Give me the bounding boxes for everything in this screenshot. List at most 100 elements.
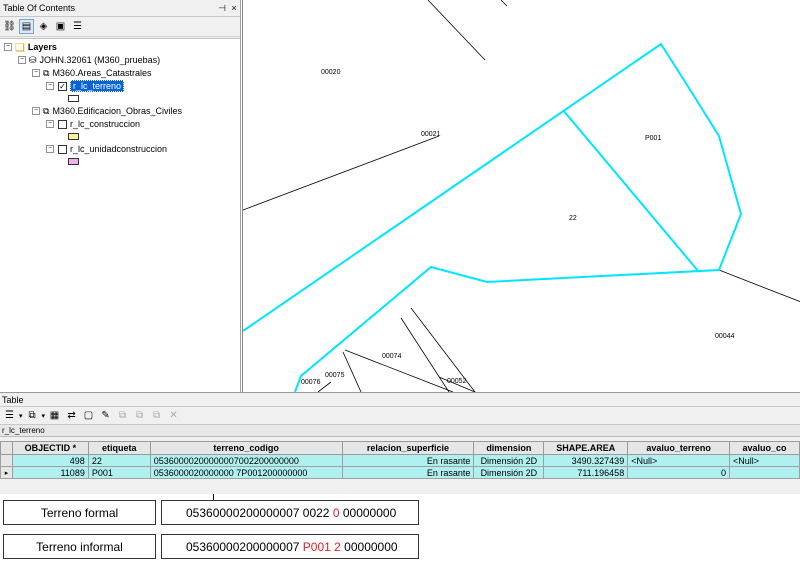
- collapse-icon[interactable]: −: [32, 69, 40, 77]
- table-tab[interactable]: r_lc_terreno: [0, 425, 800, 437]
- list-by-visibility-icon[interactable]: ◈: [36, 19, 51, 34]
- cell-etiqueta[interactable]: P001: [87, 466, 151, 479]
- database-node[interactable]: − ⛁ JOHN.32061 (M360_pruebas): [18, 54, 160, 66]
- cell-codigo[interactable]: 05360000200000007002200000000: [149, 454, 343, 467]
- cell-relacion[interactable]: En rasante: [341, 454, 475, 467]
- pin-icon[interactable]: ⊣: [216, 3, 228, 14]
- cell-objectid[interactable]: 11089: [11, 466, 89, 479]
- layer-label[interactable]: r_lc_unidadconstruccion: [70, 144, 167, 154]
- collapse-icon[interactable]: −: [46, 82, 54, 90]
- column-header[interactable]: relacion_superficie: [341, 441, 475, 455]
- toc-tree: − ❏ Layers − ⛁ JOHN.32061 (M360_pruebas)…: [0, 38, 240, 392]
- select-by-attributes-icon[interactable]: ▦: [47, 408, 62, 423]
- cell-area[interactable]: 3490.327439: [543, 454, 629, 467]
- collapse-icon[interactable]: −: [4, 43, 12, 51]
- clear-selection-icon[interactable]: ▢: [81, 408, 96, 423]
- column-header[interactable]: OBJECTID *: [11, 441, 89, 455]
- map-canvas[interactable]: 00020 00021 P001 22 00044 00074 00075 00…: [243, 0, 800, 392]
- column-header[interactable]: avaluo_co: [729, 441, 800, 455]
- toc-toolbar: ⛓ ▤ ◈ ▣ ☰: [0, 17, 240, 37]
- delete-icon[interactable]: ✕: [166, 408, 181, 423]
- table-row[interactable]: ▸ 11089 P001 0536000020000000 7P00120000…: [0, 466, 800, 479]
- layer-node-terreno[interactable]: − ✓ r_lc_terreno: [46, 80, 125, 92]
- list-by-source-icon[interactable]: ▤: [19, 19, 34, 34]
- layer-label-selected[interactable]: r_lc_terreno: [70, 80, 125, 92]
- parcel-label: 00074: [382, 353, 402, 360]
- list-by-drawing-order-icon[interactable]: ⛓: [2, 19, 17, 34]
- group-layer-icon: ⧉: [43, 67, 50, 78]
- toc-title: Table Of Contents: [3, 3, 76, 13]
- column-header[interactable]: dimension: [473, 441, 545, 455]
- cell-codigo[interactable]: 0536000020000000 7P001200000000: [149, 466, 343, 479]
- column-header[interactable]: etiqueta: [87, 441, 151, 455]
- cell-dimension[interactable]: Dimensión 2D: [473, 466, 545, 479]
- selected-parcels[interactable]: [243, 42, 743, 392]
- switch-selection-icon[interactable]: ⇄: [64, 408, 79, 423]
- dropdown-arrow-icon[interactable]: ▾: [19, 412, 23, 420]
- zoom-to-icon[interactable]: ⧉: [149, 408, 164, 423]
- table-row[interactable]: 498 22 05360000200000007002200000000 En …: [0, 454, 800, 467]
- formal-label: Terreno formal: [40, 505, 119, 520]
- column-header[interactable]: avaluo_terreno: [627, 441, 731, 455]
- collapse-icon[interactable]: −: [32, 107, 40, 115]
- dropdown-arrow-icon[interactable]: ▾: [42, 412, 46, 420]
- layer-node-unidadconstruccion[interactable]: − r_lc_unidadconstruccion: [46, 143, 167, 155]
- table-window-title: Table: [0, 393, 800, 407]
- options-icon[interactable]: ☰: [70, 19, 85, 34]
- group-label: M360.Areas_Catastrales: [52, 68, 152, 78]
- table-options-icon[interactable]: ☰: [2, 408, 17, 423]
- cell-objectid[interactable]: 498: [11, 454, 89, 467]
- database-icon: ⛁: [29, 54, 37, 65]
- layer-visibility-checkbox[interactable]: [58, 119, 67, 129]
- layers-icon: ❏: [15, 41, 25, 54]
- cell-avaluo[interactable]: 0: [627, 466, 731, 479]
- group-label: M360.Edificacion_Obras_Civiles: [52, 106, 182, 116]
- delete-selected-icon[interactable]: ✎: [98, 408, 113, 423]
- formal-code-highlight: 0: [332, 505, 340, 520]
- parcel-label: 00052: [447, 378, 467, 385]
- parcel-label: P001: [645, 135, 661, 142]
- formal-code-part: 00000000: [339, 505, 397, 520]
- collapse-icon[interactable]: −: [46, 120, 54, 128]
- close-icon[interactable]: ×: [228, 3, 240, 13]
- column-header[interactable]: terreno_codigo: [149, 441, 343, 455]
- current-row-indicator-icon[interactable]: ▸: [0, 466, 13, 479]
- cell-avaluo-co[interactable]: [729, 466, 800, 479]
- row-header-corner: [0, 441, 13, 455]
- collapse-icon[interactable]: −: [18, 56, 26, 64]
- informal-label: Terreno informal: [36, 539, 123, 554]
- informal-code-box: 05360000200000007 P001 2 00000000: [161, 534, 419, 559]
- formal-code-box: 05360000200000007 0022 0 00000000: [161, 500, 419, 525]
- collapse-icon[interactable]: −: [46, 145, 54, 153]
- layer-symbol[interactable]: [68, 133, 79, 140]
- layer-visibility-checkbox[interactable]: ✓: [58, 81, 67, 91]
- toc-title-bar: Table Of Contents ⊣ ×: [0, 0, 240, 17]
- cell-area[interactable]: 711.196458: [543, 466, 629, 479]
- layer-label[interactable]: r_lc_construccion: [70, 119, 140, 129]
- table-header-row: OBJECTID * etiqueta terreno_codigo relac…: [0, 441, 800, 455]
- cell-avaluo[interactable]: <Null>: [627, 454, 731, 467]
- layers-node[interactable]: − ❏ Layers: [4, 41, 57, 54]
- layer-node-construccion[interactable]: − r_lc_construccion: [46, 118, 140, 130]
- group-node-edificacion[interactable]: − ⧉ M360.Edificacion_Obras_Civiles: [32, 105, 182, 117]
- cell-etiqueta[interactable]: 22: [87, 454, 151, 467]
- informal-label-box: Terreno informal: [3, 534, 156, 559]
- column-header[interactable]: SHAPE.AREA: [543, 441, 629, 455]
- layer-visibility-checkbox[interactable]: [58, 144, 67, 154]
- layers-label: Layers: [27, 42, 57, 52]
- map-view[interactable]: 00020 00021 P001 22 00044 00074 00075 00…: [242, 0, 800, 392]
- group-layer-icon: ⧉: [43, 105, 50, 116]
- list-by-selection-icon[interactable]: ▣: [53, 19, 68, 34]
- layer-symbol[interactable]: [68, 158, 79, 165]
- cell-relacion[interactable]: En rasante: [341, 466, 475, 479]
- group-node-areas[interactable]: − ⧉ M360.Areas_Catastrales: [32, 67, 152, 79]
- copy-icon[interactable]: ⧉: [115, 408, 130, 423]
- paste-icon[interactable]: ⧉: [132, 408, 147, 423]
- cell-dimension[interactable]: Dimensión 2D: [473, 454, 545, 467]
- database-label: JOHN.32061 (M360_pruebas): [39, 55, 161, 65]
- row-header[interactable]: [0, 454, 13, 467]
- informal-code-part: 05360000200000007: [186, 539, 303, 554]
- related-tables-icon[interactable]: ⧉: [25, 408, 40, 423]
- cell-avaluo-co[interactable]: <Null>: [729, 454, 800, 467]
- layer-symbol[interactable]: [68, 95, 79, 102]
